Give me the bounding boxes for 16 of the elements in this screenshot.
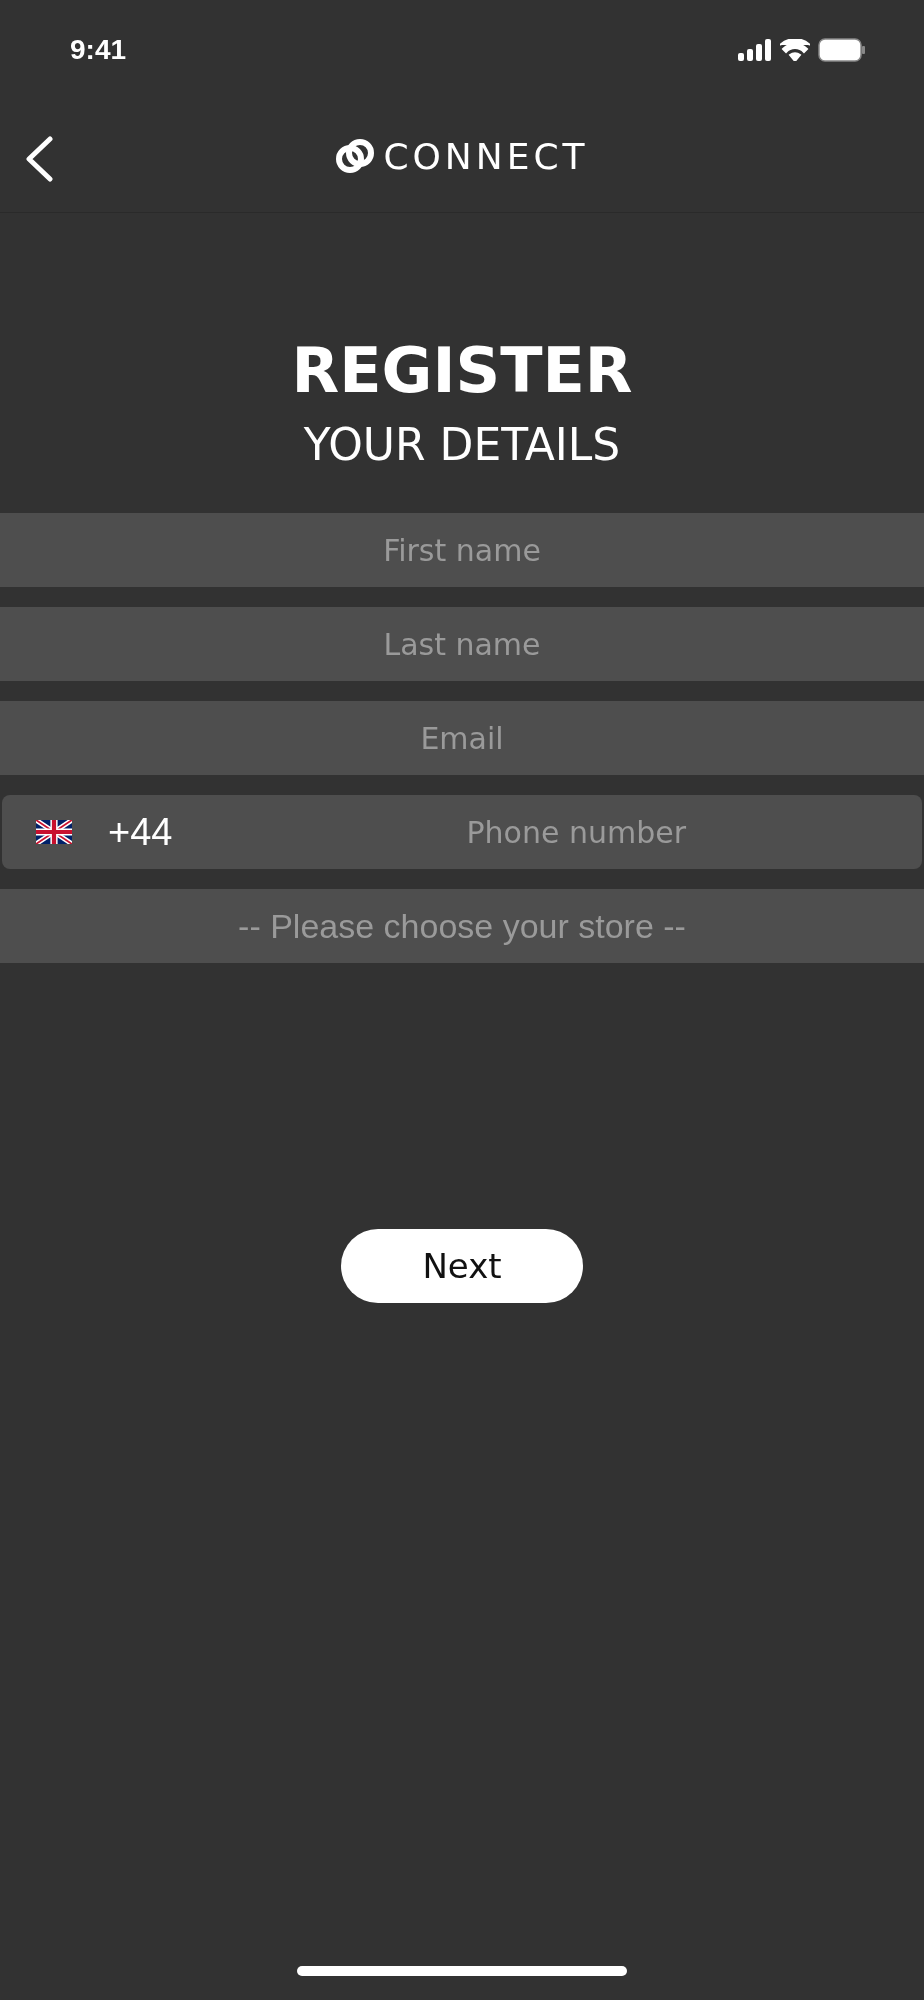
next-button[interactable]: Next [341,1229,583,1303]
page-subtitle: YOUR DETAILS [303,418,621,472]
text-field[interactable]: First name [0,513,924,587]
brand-name: CONNECT [383,135,589,177]
uk-flag-icon [36,820,72,844]
phone-field[interactable]: +44 Phone number [2,795,922,869]
linked-rings-icon [335,136,376,176]
signal-icon [738,39,772,61]
wifi-icon [780,39,810,61]
country-code[interactable]: +44 [108,810,173,854]
chevron-left-icon [24,136,54,182]
page-title: REGISTER [291,333,633,409]
battery-icon [818,38,866,62]
text-field[interactable]: Last name [0,607,924,681]
text-field[interactable]: Email [0,701,924,775]
status-time: 9:41 [70,34,127,66]
